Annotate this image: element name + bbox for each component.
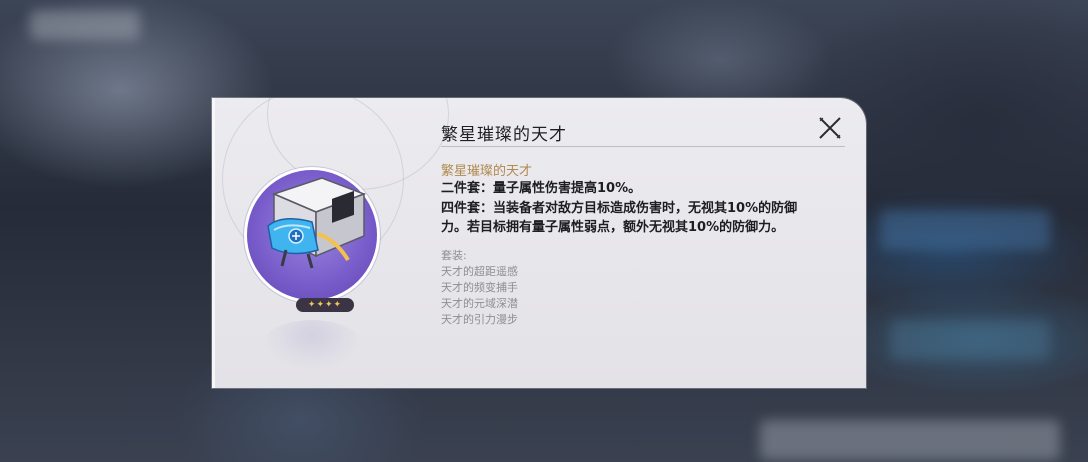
background-blur-shape: [30, 10, 140, 40]
rarity-stars: ✦✦✦✦: [296, 298, 354, 312]
dialog-title: 繁星璀璨的天才: [441, 125, 567, 145]
relic-detail-dialog: ✦✦✦✦ 繁星璀璨的天才 繁星璀璨的天才 二件套：量子属性伤害提高10%。 四件…: [212, 98, 866, 388]
background-blur-shape: [890, 320, 1050, 360]
set-piece-item: 天才的引力漫步: [441, 313, 518, 326]
background-blur-shape: [880, 210, 1050, 250]
four-piece-effect-line-1: 四件套：当装备者对敌方目标造成伤害时，无视其10%的防御: [441, 201, 798, 216]
planar-ornament-icon: [267, 177, 367, 269]
two-piece-effect: 二件套：量子属性伤害提高10%。: [441, 181, 642, 196]
title-divider: [441, 146, 845, 147]
set-piece-item: 天才的超距遥感: [441, 265, 518, 278]
dialog-edge: [212, 98, 215, 388]
relic-reflection: [262, 320, 362, 370]
set-piece-item: 天才的频变捕手: [441, 281, 518, 294]
four-piece-effect-line-2: 力。若目标拥有量子属性弱点，额外无视其10%的防御力。: [441, 220, 785, 235]
close-icon: [819, 117, 841, 139]
close-button[interactable]: [818, 116, 842, 140]
set-pieces-label: 套装:: [441, 249, 467, 262]
set-name: 繁星璀璨的天才: [441, 164, 533, 179]
background-blur-shape: [760, 420, 1060, 460]
set-piece-item: 天才的元域深潜: [441, 297, 518, 310]
